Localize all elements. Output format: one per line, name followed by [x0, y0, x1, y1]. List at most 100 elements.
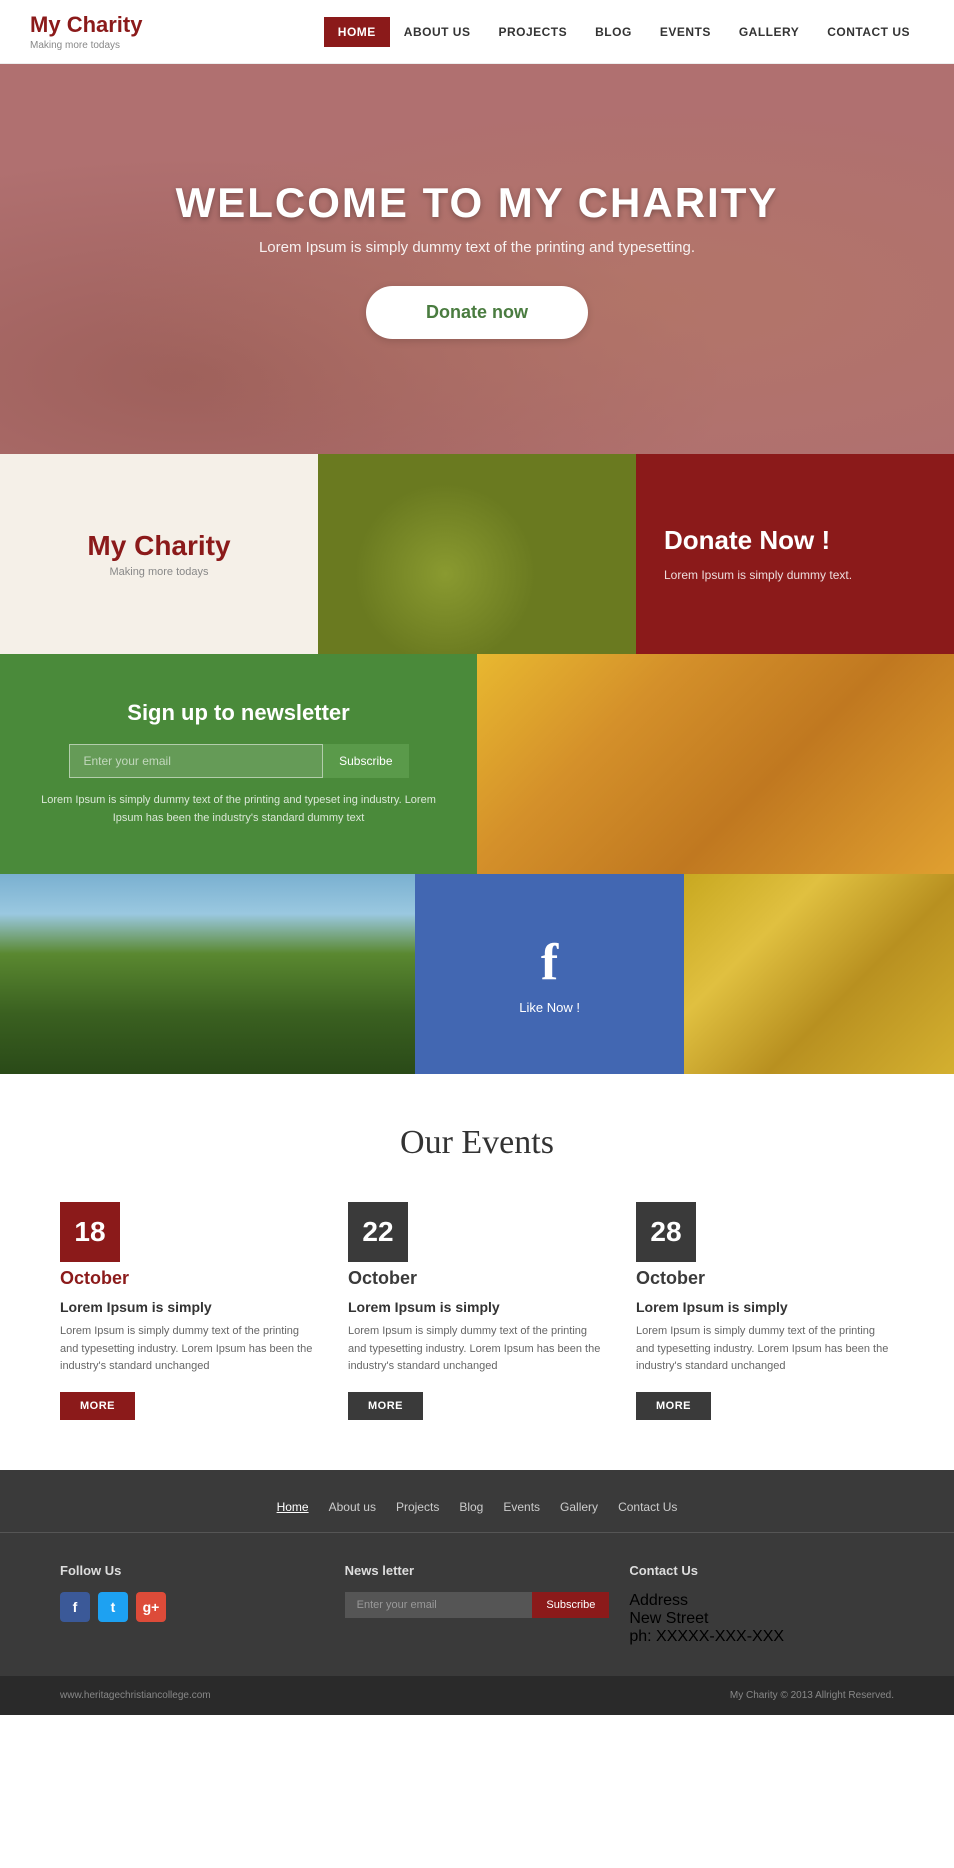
event-more-button-3[interactable]: MORE [636, 1392, 711, 1420]
facebook-social-icon[interactable]: f [60, 1592, 90, 1622]
hero-title: WELCOME TO MY CHARITY [176, 179, 779, 227]
event-title-3: Lorem Ipsum is simply [636, 1299, 894, 1315]
logo-sub: Making more todays [30, 40, 142, 51]
hero-section: WELCOME TO MY CHARITY Lorem Ipsum is sim… [0, 64, 954, 454]
hero-subtitle: Lorem Ipsum is simply dummy text of the … [176, 239, 779, 256]
nav-gallery[interactable]: GALLERY [725, 17, 813, 47]
footer-copyright: My Charity © 2013 Allright Reserved. [730, 1690, 894, 1701]
event-card-1: 18 October Lorem Ipsum is simply Lorem I… [60, 1202, 318, 1420]
footer-nav-contact[interactable]: Contact Us [618, 1500, 677, 1514]
nav-blog[interactable]: BLOG [581, 17, 646, 47]
newsletter-email-input[interactable] [69, 744, 324, 778]
events-section-title: Our Events [60, 1124, 894, 1162]
event-desc-1: Lorem Ipsum is simply dummy text of the … [60, 1323, 318, 1376]
event-card-3: 28 October Lorem Ipsum is simply Lorem I… [636, 1202, 894, 1420]
leaves-image-placeholder [684, 874, 954, 1074]
footer-contact-title: Contact Us [629, 1563, 894, 1578]
nav-contact[interactable]: CONTACT US [813, 17, 924, 47]
events-grid: 18 October Lorem Ipsum is simply Lorem I… [60, 1202, 894, 1420]
footer-nav-projects[interactable]: Projects [396, 1500, 439, 1514]
event-month-3: October [636, 1268, 894, 1289]
event-more-button-2[interactable]: MORE [348, 1392, 423, 1420]
newsletter-description: Lorem Ipsum is simply dummy text of the … [40, 792, 437, 827]
mid-grid-row2: Sign up to newsletter Subscribe Lorem Ip… [0, 654, 954, 874]
events-section: Our Events 18 October Lorem Ipsum is sim… [0, 1074, 954, 1470]
footer-newsletter-col: News letter Subscribe [345, 1563, 610, 1646]
grass-image-placeholder [0, 874, 415, 1074]
event-title-2: Lorem Ipsum is simply [348, 1299, 606, 1315]
event-month-1: October [60, 1268, 318, 1289]
logo-main: My [30, 12, 67, 37]
mid-grid-row3: f Like Now ! [0, 874, 954, 1074]
event-date-number-3: 28 [650, 1216, 681, 1248]
main-nav: HOME ABOUT US PROJECTS BLOG EVENTS GALLE… [324, 17, 924, 47]
footer-nav-blog[interactable]: Blog [459, 1500, 483, 1514]
nav-projects[interactable]: PROJECTS [484, 17, 581, 47]
leaves-image [684, 874, 954, 1074]
footer-contact-info: Address New Street ph: XXXXX-XXX-XXX [629, 1592, 894, 1646]
newsletter-cell: Sign up to newsletter Subscribe Lorem Ip… [0, 654, 477, 874]
newsletter-form: Subscribe [69, 744, 409, 778]
event-desc-3: Lorem Ipsum is simply dummy text of the … [636, 1323, 894, 1376]
footer-nav-about[interactable]: About us [329, 1500, 376, 1514]
footer-nav-events[interactable]: Events [503, 1500, 540, 1514]
footer-nav: Home About us Projects Blog Events Galle… [0, 1500, 954, 1533]
event-date-1: 18 [60, 1202, 120, 1262]
nav-about[interactable]: ABOUT US [390, 17, 485, 47]
event-date-number-2: 22 [362, 1216, 393, 1248]
event-date-number-1: 18 [74, 1216, 105, 1248]
event-more-button-1[interactable]: MORE [60, 1392, 135, 1420]
mid-logo-highlight: Charity [134, 530, 230, 561]
facebook-icon: f [541, 933, 558, 992]
autumn-image-placeholder [477, 654, 954, 874]
autumn-leaves-image [477, 654, 954, 874]
footer-nav-gallery[interactable]: Gallery [560, 1500, 598, 1514]
footer-newsletter-button[interactable]: Subscribe [532, 1592, 609, 1618]
footer-columns: Follow Us f t g+ News letter Subscribe C… [0, 1533, 954, 1676]
event-card-2: 22 October Lorem Ipsum is simply Lorem I… [348, 1202, 606, 1420]
footer-website: www.heritagechristiancollege.com [60, 1690, 211, 1701]
mid-grid-row1: My Charity Making more todays Donate Now… [0, 454, 954, 654]
twitter-social-icon[interactable]: t [98, 1592, 128, 1622]
logo: My Charity Making more todays [30, 12, 142, 51]
social-icons: f t g+ [60, 1592, 325, 1622]
event-title-1: Lorem Ipsum is simply [60, 1299, 318, 1315]
footer-follow-title: Follow Us [60, 1563, 325, 1578]
site-footer: Home About us Projects Blog Events Galle… [0, 1470, 954, 1715]
footer-newsletter-input[interactable] [345, 1592, 533, 1618]
moss-image-placeholder [318, 454, 636, 654]
footer-newsletter-form: Subscribe [345, 1592, 610, 1618]
grass-image [0, 874, 415, 1074]
site-header: My Charity Making more todays HOME ABOUT… [0, 0, 954, 64]
event-month-2: October [348, 1268, 606, 1289]
event-date-2: 22 [348, 1202, 408, 1262]
googleplus-social-icon[interactable]: g+ [136, 1592, 166, 1622]
mid-moss-image [318, 454, 636, 654]
like-now-text: Like Now ! [519, 1000, 580, 1015]
footer-phone: ph: XXXXX-XXX-XXX [629, 1628, 784, 1645]
logo-text: My Charity [30, 12, 142, 38]
nav-home[interactable]: HOME [324, 17, 390, 47]
donate-now-desc: Lorem Ipsum is simply dummy text. [664, 566, 852, 584]
newsletter-title: Sign up to newsletter [127, 700, 349, 726]
nav-events[interactable]: EVENTS [646, 17, 725, 47]
footer-street: New Street [629, 1610, 708, 1627]
footer-bottom: www.heritagechristiancollege.com My Char… [0, 1676, 954, 1715]
mid-donate-cell: Donate Now ! Lorem Ipsum is simply dummy… [636, 454, 954, 654]
footer-nav-home[interactable]: Home [277, 1500, 309, 1514]
event-date-3: 28 [636, 1202, 696, 1262]
donate-now-title: Donate Now ! [664, 525, 830, 556]
footer-address: Address [629, 1592, 688, 1609]
facebook-cell[interactable]: f Like Now ! [415, 874, 685, 1074]
mid-logo-sub: Making more todays [109, 566, 208, 578]
donate-now-button[interactable]: Donate now [366, 286, 588, 339]
footer-follow-col: Follow Us f t g+ [60, 1563, 325, 1646]
mid-logo-cell: My Charity Making more todays [0, 454, 318, 654]
event-desc-2: Lorem Ipsum is simply dummy text of the … [348, 1323, 606, 1376]
logo-highlight: Charity [67, 12, 143, 37]
footer-contact-col: Contact Us Address New Street ph: XXXXX-… [629, 1563, 894, 1646]
footer-newsletter-title: News letter [345, 1563, 610, 1578]
newsletter-subscribe-button[interactable]: Subscribe [323, 744, 408, 778]
mid-logo-text: My [87, 530, 134, 561]
mid-logo: My Charity [87, 530, 230, 562]
